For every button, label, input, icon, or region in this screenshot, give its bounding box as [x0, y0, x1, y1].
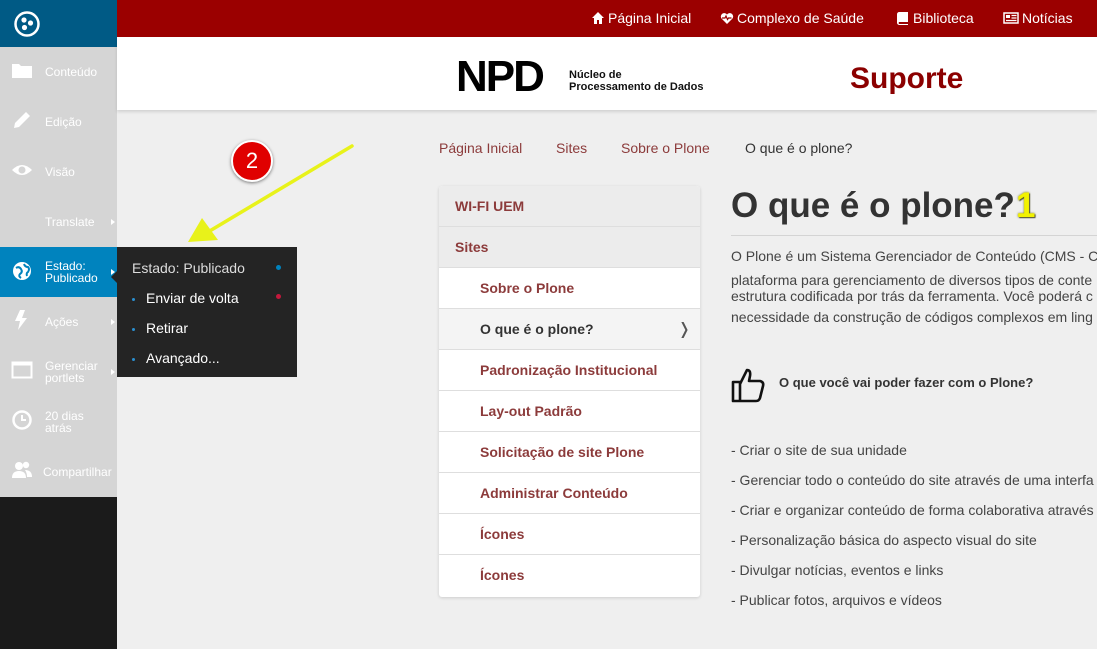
- toolbar-item-sharing[interactable]: Compartilhar: [0, 447, 117, 497]
- plone-logo-icon: [14, 11, 40, 37]
- toolbar-item-label-line2: portlets: [45, 371, 85, 385]
- thumbs-up-icon: [729, 365, 769, 405]
- toolbar-item-edit[interactable]: Edição: [0, 97, 117, 147]
- eye-icon: [11, 159, 33, 181]
- nav-item-layout[interactable]: Lay-out Padrão: [439, 391, 700, 432]
- paragraph-line: estrutura codificada por trás da ferrame…: [731, 288, 1093, 304]
- nav-item-icons-2[interactable]: Ícones: [439, 555, 700, 596]
- pencil-icon: [11, 109, 33, 131]
- top-link-news[interactable]: Notícias: [1003, 10, 1073, 26]
- toolbar-item-state[interactable]: Estado: Publicado: [0, 247, 117, 297]
- nav-item-institutional[interactable]: Padronização Institucional: [439, 350, 700, 391]
- toolbar-item-label: Visão: [45, 165, 75, 179]
- dropdown-caret: [111, 271, 117, 283]
- toolbar-item-view[interactable]: Visão: [0, 147, 117, 197]
- annotation-badge-1: 1: [1016, 186, 1036, 225]
- toolbar-item-label-line2: atrás: [45, 421, 72, 435]
- state-dropdown-title: Estado: Publicado: [132, 260, 245, 276]
- chevron-right-icon: [111, 219, 115, 225]
- state-option-retract[interactable]: Retirar: [132, 320, 188, 336]
- portlet-header-sites[interactable]: Sites: [439, 227, 700, 268]
- toolbar-item-label: Conteúdo: [45, 65, 98, 79]
- breadcrumb-about-plone[interactable]: Sobre o Plone: [621, 140, 710, 156]
- top-navigation-bar: Página Inicial Complexo de Saúde Bibliot…: [117, 0, 1097, 37]
- folder-icon: [11, 59, 33, 81]
- toolbar-item-translate[interactable]: Translate: [0, 197, 117, 247]
- navigation-portlet: WI-FI UEM Sites Sobre o Plone O que é o …: [439, 186, 700, 597]
- plone-toolbar: Conteúdo Edição Visão Translate Estado:: [0, 0, 117, 649]
- breadcrumb-sites[interactable]: Sites: [556, 140, 587, 156]
- npd-logo-subtitle: Núcleo de Processamento de Dados: [569, 69, 704, 93]
- bullet-icon: [132, 327, 135, 331]
- toolbar-item-history[interactable]: 20 dias atrás: [0, 397, 117, 447]
- nav-item-what-is-plone[interactable]: O que é o plone? ❭: [439, 309, 700, 350]
- list-item: - Divulgar notícias, eventos e links: [731, 562, 944, 578]
- chevron-right-icon: ❭: [677, 321, 691, 338]
- toolbar-item-contents[interactable]: Conteúdo: [0, 47, 117, 97]
- layout-icon: [11, 359, 33, 381]
- top-link-library[interactable]: Biblioteca: [896, 10, 974, 26]
- home-icon: [591, 11, 605, 25]
- list-item: - Criar e organizar conteúdo de forma co…: [731, 502, 1094, 518]
- nav-item-request-site[interactable]: Solicitação de site Plone: [439, 432, 700, 473]
- chevron-right-icon: [111, 369, 115, 375]
- toolbar-menu: Conteúdo Edição Visão Translate Estado:: [0, 47, 117, 497]
- toolbar-item-label: Ações: [45, 315, 79, 329]
- state-dropdown: Estado: Publicado Enviar de volta Retira…: [111, 247, 297, 377]
- toolbar-item-label-line2: Publicado: [45, 271, 98, 285]
- clock-icon: [11, 409, 33, 431]
- toolbar-logo[interactable]: [0, 0, 117, 47]
- chevron-right-icon: [111, 319, 115, 325]
- list-item: - Criar o site de sua unidade: [731, 442, 907, 458]
- list-item: - Gerenciar todo o conteúdo do site atra…: [731, 472, 1094, 488]
- published-dot-icon: [276, 265, 281, 270]
- top-link-health-complex[interactable]: Complexo de Saúde: [720, 10, 864, 26]
- nav-item-icons[interactable]: Ícones: [439, 514, 700, 555]
- nav-item-manage-content[interactable]: Administrar Conteúdo: [439, 473, 700, 514]
- annotation-badge-2: 2: [231, 140, 273, 182]
- users-icon: [11, 459, 33, 481]
- nav-item-about-plone[interactable]: Sobre o Plone: [439, 268, 700, 309]
- book-icon: [896, 11, 910, 25]
- toolbar-item-manage-portlets[interactable]: Gerenciar portlets: [0, 347, 117, 397]
- page-title: O que é o plone?: [731, 186, 1015, 225]
- site-header: NPD Núcleo de Processamento de Dados Sup…: [117, 37, 1097, 110]
- globe-icon: [11, 260, 33, 282]
- send-back-dot-icon: [276, 294, 281, 299]
- paragraph-line: O Plone é um Sistema Gerenciador de Cont…: [731, 248, 1097, 264]
- title-divider: [731, 235, 1097, 236]
- breadcrumb-home[interactable]: Página Inicial: [439, 140, 522, 156]
- bullet-icon: [132, 357, 135, 361]
- list-item: - Publicar fotos, arquivos e vídeos: [731, 592, 942, 608]
- paragraph-line: necessidade da construção de códigos com…: [731, 309, 1093, 325]
- bullet-icon: [132, 297, 135, 301]
- toolbar-item-label: Translate: [45, 215, 95, 229]
- bolt-icon: [11, 309, 33, 331]
- newspaper-icon: [1003, 11, 1019, 25]
- heart-pulse-icon: [720, 11, 734, 25]
- section-title: Suporte: [850, 62, 964, 95]
- npd-logo[interactable]: NPD: [456, 55, 545, 99]
- toolbar-item-label: Edição: [45, 115, 82, 129]
- section-subheading: O que você vai poder fazer com o Plone?: [779, 375, 1034, 390]
- breadcrumb-current: O que é o plone?: [745, 140, 853, 156]
- toolbar-item-label: Compartilhar: [43, 465, 112, 479]
- state-option-send-back[interactable]: Enviar de volta: [132, 290, 239, 306]
- top-link-home[interactable]: Página Inicial: [591, 10, 691, 26]
- toolbar-item-actions[interactable]: Ações: [0, 297, 117, 347]
- paragraph-line: plataforma para gerenciamento de diverso…: [731, 272, 1093, 288]
- portlet-header-wifi[interactable]: WI-FI UEM: [439, 186, 700, 227]
- state-option-advanced[interactable]: Avançado...: [132, 350, 220, 366]
- list-item: - Personalização básica do aspecto visua…: [731, 532, 1037, 548]
